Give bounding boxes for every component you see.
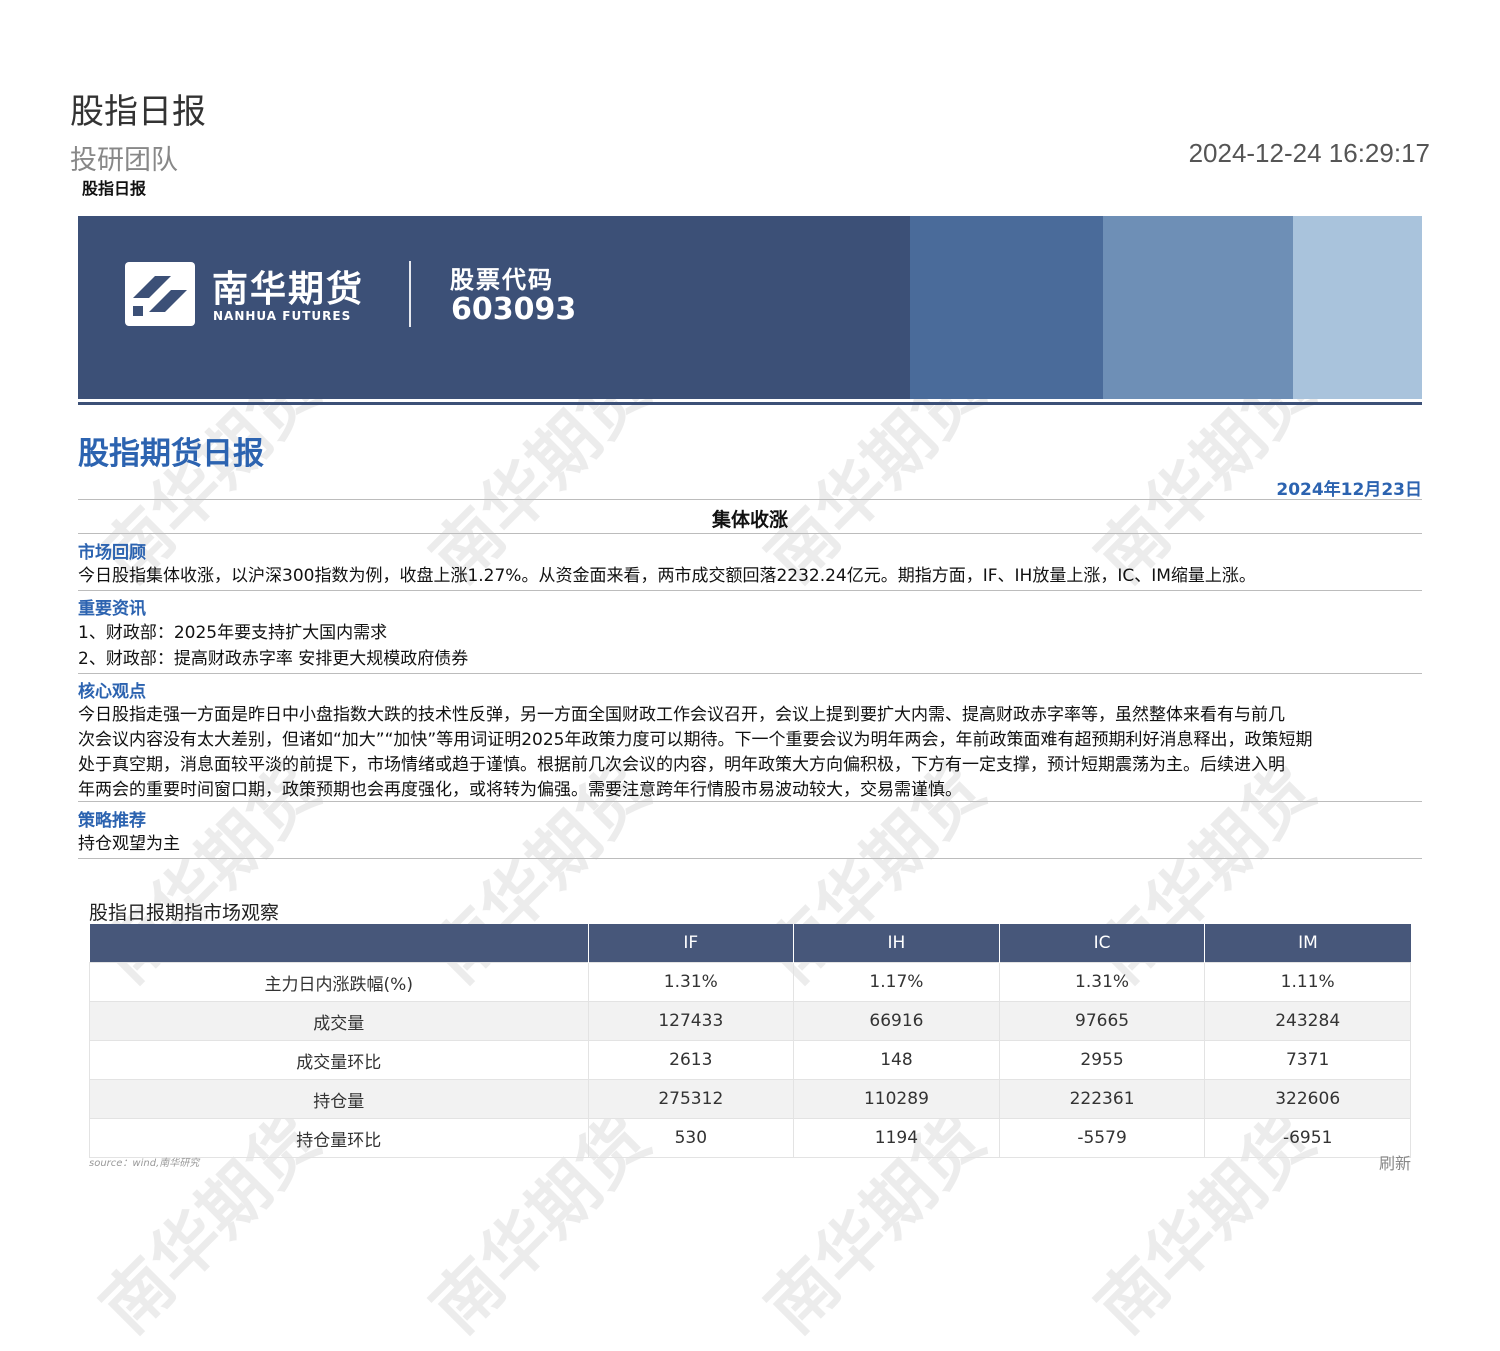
banner-divider	[409, 261, 411, 327]
stock-code-label: 股票代码	[450, 266, 554, 294]
row-label: 成交量环比	[89, 1040, 589, 1080]
brand-banner: 南华期货 NANHUA FUTURES 股票代码 603093	[78, 216, 1422, 399]
strategy-text: 持仓观望为主	[78, 834, 180, 854]
refresh-link[interactable]: 刷新	[1379, 1150, 1411, 1174]
table-row: 持仓量环比 530 1194 -5579 -6951	[89, 1118, 1411, 1158]
table-row: 持仓量 275312 110289 222361 322606	[89, 1079, 1411, 1119]
source-note: source：wind,南华研究	[89, 1158, 200, 1169]
core-view-line: 处于真空期，消息面较平淡的前提下，市场情绪或趋于谨慎。根据前几次会议的内容，明年…	[78, 755, 1285, 775]
row-label: 成交量	[89, 1001, 589, 1041]
report-timestamp: 2024-12-24 16:29:17	[1188, 138, 1430, 168]
column-header: IH	[793, 924, 1000, 963]
divider	[78, 590, 1422, 591]
key-news-heading: 重要资讯	[78, 599, 146, 619]
table-cell: 222361	[998, 1079, 1206, 1119]
table-cell: 275312	[587, 1079, 795, 1119]
table-cell: 2955	[998, 1040, 1206, 1080]
brand-name-cn: 南华期货	[212, 269, 365, 310]
core-view-text: 今日股指走强一方面是昨日中小盘指数大跌的技术性反弹，另一方面全国财政工作会议召开…	[78, 703, 1422, 803]
summary-title: 集体收涨	[711, 509, 788, 531]
team-name: 投研团队	[70, 145, 178, 176]
document-title: 股指日报	[70, 92, 206, 132]
table-cell: 110289	[793, 1079, 1000, 1119]
nanhua-logo-icon	[125, 262, 195, 326]
table-cell: 148	[793, 1040, 1000, 1080]
column-header: IM	[1204, 924, 1411, 963]
core-view-line: 次会议内容没有太大差别，但诸如“加大”“加快”等用词证明2025年政策力度可以期…	[78, 730, 1313, 750]
table-cell: 1.11%	[1204, 962, 1411, 1002]
banner-band	[910, 216, 1103, 399]
stock-code-value: 603093	[451, 292, 577, 327]
table-cell: 2613	[587, 1040, 795, 1080]
table-cell: 1194	[793, 1118, 1000, 1158]
column-header: IC	[999, 924, 1206, 963]
market-review-text: 今日股指集体收涨，以沪深300指数为例，收盘上涨1.27%。从资金面来看，两市成…	[78, 566, 1256, 586]
table-row: 主力日内涨跌幅(%) 1.31% 1.17% 1.31% 1.11%	[89, 962, 1411, 1002]
divider	[78, 402, 1422, 405]
news-item: 1、财政部：2025年要支持扩大国内需求	[78, 623, 388, 643]
table-cell: -5579	[998, 1118, 1206, 1158]
table-cell: 1.31%	[998, 962, 1206, 1002]
banner-band	[1103, 216, 1293, 399]
column-header: IF	[588, 924, 795, 963]
table-cell: 127433	[587, 1001, 795, 1041]
market-observation-table: IF IH IC IM 主力日内涨跌幅(%) 1.31% 1.17% 1.31%…	[89, 924, 1411, 1158]
column-header	[89, 924, 589, 963]
report-date: 2024年12月23日	[1276, 480, 1422, 500]
table-cell: 7371	[1204, 1040, 1411, 1080]
table-cell: 1.31%	[587, 962, 795, 1002]
core-view-line: 年两会的重要时间窗口期，政策预期也会再度强化，或将转为偏强。需要注意跨年行情股市…	[78, 780, 962, 800]
core-view-heading: 核心观点	[78, 682, 146, 702]
row-label: 主力日内涨跌幅(%)	[89, 962, 589, 1002]
table-row: 成交量 127433 66916 97665 243284	[89, 1001, 1411, 1041]
table-cell: 530	[587, 1118, 795, 1158]
table-title: 股指日报期指市场观察	[89, 902, 280, 924]
news-item: 2、财政部：提高财政赤字率 安排更大规模政府债券	[78, 649, 469, 669]
breadcrumb: 股指日报	[82, 179, 147, 198]
divider	[78, 499, 1422, 500]
divider	[78, 673, 1422, 674]
divider	[78, 858, 1422, 859]
table-cell: 66916	[793, 1001, 1000, 1041]
table-row: 成交量环比 2613 148 2955 7371	[89, 1040, 1411, 1080]
core-view-line: 今日股指走强一方面是昨日中小盘指数大跌的技术性反弹，另一方面全国财政工作会议召开…	[78, 705, 1285, 725]
table-cell: 243284	[1204, 1001, 1411, 1041]
market-review-heading: 市场回顾	[78, 543, 146, 563]
brand-name-en: NANHUA FUTURES	[213, 309, 352, 323]
banner-band	[1293, 216, 1422, 399]
row-label: 持仓量环比	[89, 1118, 589, 1158]
divider	[78, 533, 1422, 534]
row-label: 持仓量	[89, 1079, 589, 1119]
table-cell: 322606	[1204, 1079, 1411, 1119]
report-title: 股指期货日报	[78, 436, 264, 472]
table-cell: 97665	[998, 1001, 1206, 1041]
divider	[78, 801, 1422, 802]
table-cell: 1.17%	[793, 962, 1000, 1002]
strategy-heading: 策略推荐	[78, 811, 146, 831]
table-header-row: IF IH IC IM	[89, 924, 1411, 963]
